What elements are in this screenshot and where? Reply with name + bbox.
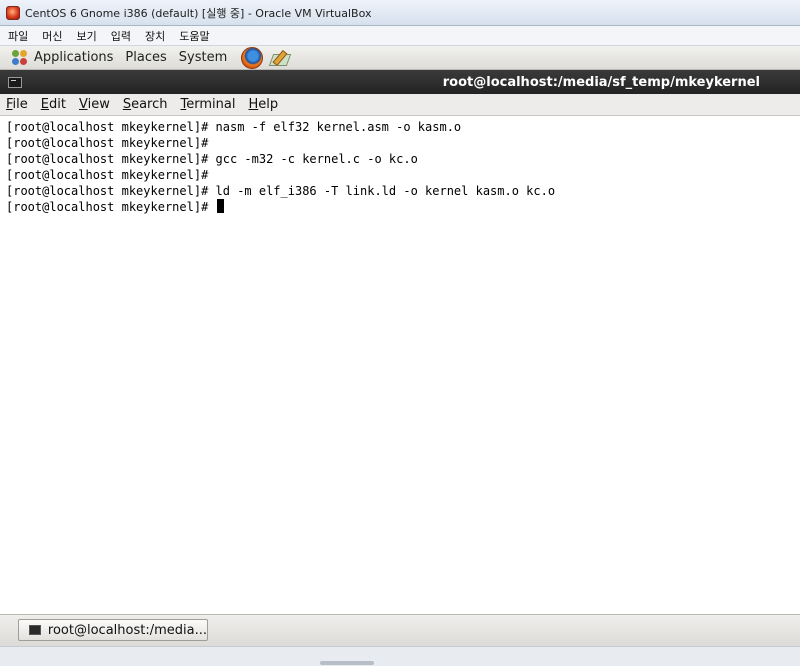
- terminal-menu-help-rest: elp: [258, 97, 279, 112]
- vbox-menu-input[interactable]: 입력: [111, 28, 131, 44]
- mnemonic-v: V: [78, 97, 88, 112]
- text-editor-launcher-icon[interactable]: [269, 50, 289, 66]
- terminal-menu-terminal-rest: erminal: [186, 97, 236, 112]
- terminal-prompt: [root@localhost mkeykernel]#: [6, 200, 216, 214]
- applications-menu[interactable]: Applications: [12, 49, 114, 66]
- vbox-menu-devices[interactable]: 장치: [145, 28, 165, 44]
- applications-icon: [12, 49, 28, 66]
- vbox-titlebar: CentOS 6 Gnome i386 (default) [실행 중] - O…: [0, 0, 800, 26]
- text-cursor: [216, 199, 224, 213]
- terminal-prompt-line[interactable]: [root@localhost mkeykernel]#: [6, 199, 800, 215]
- terminal-line: [root@localhost mkeykernel]#: [6, 136, 209, 150]
- terminal-output[interactable]: [root@localhost mkeykernel]# nasm -f elf…: [0, 116, 800, 614]
- terminal-menu-view-rest: iew: [87, 97, 110, 112]
- terminal-task-icon: [29, 625, 41, 635]
- taskbar-terminal-button[interactable]: root@localhost:/media...: [18, 619, 208, 641]
- terminal-line: [root@localhost mkeykernel]# gcc -m32 -c…: [6, 152, 418, 166]
- mnemonic-h: H: [248, 97, 259, 112]
- terminal-menubar: File Edit View Search Terminal Help: [0, 94, 800, 116]
- terminal-menu-help[interactable]: Help: [248, 97, 278, 112]
- terminal-menu-edit-rest: dit: [49, 97, 66, 112]
- vbox-menu-view[interactable]: 보기: [77, 28, 97, 44]
- terminal-line: [root@localhost mkeykernel]# ld -m elf_i…: [6, 184, 556, 198]
- vbox-menubar: 파일 머신 보기 입력 장치 도움말: [0, 26, 800, 46]
- vbox-menu-file[interactable]: 파일: [8, 28, 28, 44]
- terminal-titlebar[interactable]: root@localhost:/media/sf_temp/mkeykernel: [0, 70, 800, 94]
- vbox-status-strip: [0, 646, 800, 666]
- resize-handle[interactable]: [320, 661, 374, 665]
- applications-label: Applications: [34, 50, 114, 65]
- vbox-window-title: CentOS 6 Gnome i386 (default) [실행 중] - O…: [25, 6, 372, 20]
- terminal-window-title: root@localhost:/media/sf_temp/mkeykernel: [442, 74, 760, 90]
- vbox-menu-machine[interactable]: 머신: [42, 28, 62, 44]
- firefox-launcher-icon[interactable]: [241, 46, 264, 69]
- places-menu[interactable]: Places: [125, 50, 166, 65]
- terminal-line: [root@localhost mkeykernel]# nasm -f elf…: [6, 120, 462, 134]
- terminal-menu-search[interactable]: Search: [123, 97, 168, 112]
- terminal-menu-file-rest: ile: [12, 97, 28, 112]
- gnome-bottom-panel: root@localhost:/media...: [0, 614, 800, 646]
- mnemonic-e: E: [40, 97, 49, 112]
- system-menu[interactable]: System: [179, 50, 227, 65]
- terminal-menu-file[interactable]: File: [6, 97, 28, 112]
- terminal-menu-terminal[interactable]: Terminal: [181, 97, 236, 112]
- vbox-menu-help[interactable]: 도움말: [179, 28, 209, 44]
- terminal-menu-search-rest: earch: [131, 97, 168, 112]
- gnome-top-panel: Applications Places System: [0, 46, 800, 70]
- terminal-menu-view[interactable]: View: [79, 97, 110, 112]
- taskbar-terminal-label: root@localhost:/media...: [47, 622, 207, 638]
- terminal-window-icon[interactable]: [8, 76, 22, 88]
- virtualbox-icon: [6, 5, 20, 20]
- terminal-line: [root@localhost mkeykernel]#: [6, 168, 209, 182]
- mnemonic-s: S: [122, 97, 132, 112]
- terminal-menu-edit[interactable]: Edit: [41, 97, 66, 112]
